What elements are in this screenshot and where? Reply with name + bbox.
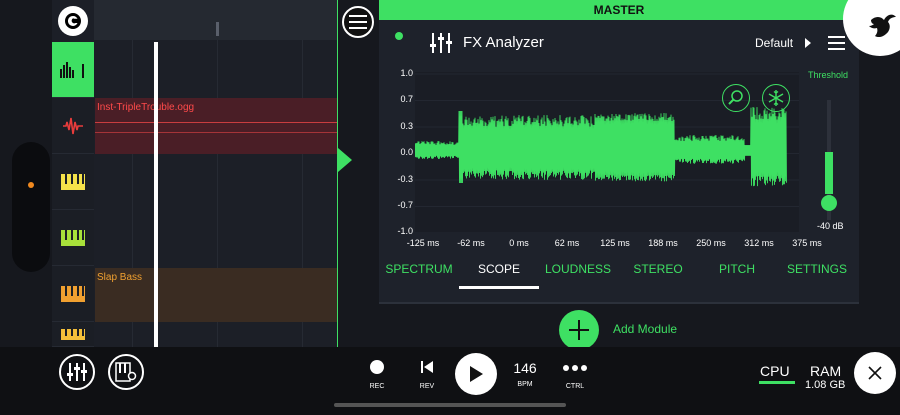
ruler-marker bbox=[216, 22, 219, 36]
mixer-icon bbox=[429, 32, 453, 59]
analyzer-tabs: SPECTRUM SCOPE LOUDNESS STEREO PITCH SET… bbox=[379, 258, 859, 292]
home-indicator[interactable] bbox=[334, 403, 566, 407]
add-module-button[interactable] bbox=[559, 310, 599, 350]
collapse-arrow-icon[interactable] bbox=[338, 148, 352, 172]
x-tick: 0 ms bbox=[509, 238, 529, 248]
master-title: MASTER bbox=[379, 0, 859, 20]
piano-keys-icon bbox=[60, 328, 86, 340]
panel-divider bbox=[337, 0, 338, 347]
clip-waveform bbox=[95, 122, 338, 123]
fx-analyzer-panel: FX Analyzer Default 1.0 0.7 0.3 0.0 -0.3… bbox=[379, 20, 859, 304]
y-tick: 0.7 bbox=[379, 94, 413, 104]
threshold-value: -40 dB bbox=[817, 221, 844, 231]
cpu-meter bbox=[759, 381, 795, 384]
x-tick: 250 ms bbox=[696, 238, 726, 248]
record-button[interactable]: REC bbox=[360, 359, 394, 390]
record-label: REC bbox=[360, 383, 394, 390]
preset-next-icon[interactable] bbox=[805, 38, 811, 48]
app-root: Inst-TripleTrouble.ogg Slap Bass MASTER … bbox=[0, 0, 900, 415]
close-button[interactable] bbox=[854, 352, 896, 394]
piano-keys-icon bbox=[60, 285, 86, 303]
bpm-value: 146 bbox=[513, 360, 536, 376]
clip-waveform bbox=[95, 132, 338, 133]
y-tick: -1.0 bbox=[379, 226, 413, 236]
y-tick: -0.3 bbox=[379, 174, 413, 184]
mixer-faders-icon bbox=[66, 362, 88, 382]
y-tick: 0.3 bbox=[379, 121, 413, 131]
fx-menu-button[interactable] bbox=[828, 36, 845, 54]
waveform-icon bbox=[61, 114, 85, 138]
main-menu-button[interactable] bbox=[342, 6, 374, 38]
y-tick: -0.7 bbox=[379, 200, 413, 210]
fl-logo-icon bbox=[63, 11, 83, 31]
enable-led[interactable] bbox=[395, 32, 403, 40]
fx-header: FX Analyzer Default bbox=[379, 20, 859, 66]
track-piano-3[interactable] bbox=[52, 266, 94, 322]
ctrl-label: CTRL bbox=[558, 383, 592, 390]
track-piano-1[interactable] bbox=[52, 154, 94, 210]
x-tick: 62 ms bbox=[555, 238, 580, 248]
track-audio[interactable] bbox=[52, 98, 94, 154]
more-dots-icon bbox=[562, 361, 588, 375]
y-tick: 1.0 bbox=[379, 68, 413, 78]
hamburger-icon bbox=[349, 15, 367, 29]
fx-title: FX Analyzer bbox=[463, 34, 544, 51]
track-piano-4[interactable] bbox=[52, 322, 94, 347]
tab-spectrum[interactable]: SPECTRUM bbox=[385, 262, 452, 276]
tab-stereo[interactable]: STEREO bbox=[633, 262, 682, 276]
ctrl-button[interactable]: CTRL bbox=[558, 361, 592, 390]
rewind-icon bbox=[419, 359, 435, 375]
y-tick: 0.0 bbox=[379, 147, 413, 157]
clip-audio[interactable]: Inst-TripleTrouble.ogg bbox=[95, 98, 338, 154]
x-tick: 375 ms bbox=[792, 238, 822, 248]
clip-label: Slap Bass bbox=[97, 272, 142, 283]
record-icon bbox=[369, 359, 385, 375]
cpu-label: CPU bbox=[760, 363, 790, 379]
rewind-button[interactable]: REV bbox=[410, 359, 444, 390]
close-icon bbox=[867, 365, 883, 381]
side-handle[interactable] bbox=[12, 142, 50, 272]
clip-slap-bass[interactable]: Slap Bass bbox=[95, 268, 338, 322]
instrument-settings-button[interactable] bbox=[108, 354, 144, 390]
piano-keys-icon bbox=[60, 173, 86, 191]
play-icon bbox=[468, 365, 484, 383]
snowflake-icon bbox=[767, 89, 785, 107]
ram-value: 1.08 GB bbox=[805, 379, 845, 391]
clip-label: Inst-TripleTrouble.ogg bbox=[97, 102, 194, 113]
ram-label: RAM bbox=[810, 363, 841, 379]
tab-loudness[interactable]: LOUDNESS bbox=[545, 262, 611, 276]
add-module-label[interactable]: Add Module bbox=[613, 322, 677, 336]
magnifier-icon bbox=[727, 89, 745, 107]
preset-selector[interactable]: Default bbox=[755, 36, 793, 50]
bpm-label: BPM bbox=[508, 381, 542, 388]
x-tick: 312 ms bbox=[744, 238, 774, 248]
keys-gear-icon bbox=[115, 362, 137, 382]
x-tick: 125 ms bbox=[600, 238, 630, 248]
x-tick: -62 ms bbox=[457, 238, 485, 248]
track-analyzer[interactable] bbox=[52, 42, 94, 98]
mixer-button[interactable] bbox=[59, 354, 95, 390]
piano-keys-icon bbox=[60, 229, 86, 247]
play-button[interactable] bbox=[455, 353, 497, 395]
rewind-label: REV bbox=[410, 383, 444, 390]
tab-settings[interactable]: SETTINGS bbox=[787, 262, 847, 276]
x-tick: -125 ms bbox=[407, 238, 440, 248]
track-piano-2[interactable] bbox=[52, 210, 94, 266]
analyzer-bars-icon bbox=[58, 60, 88, 80]
plus-icon bbox=[568, 319, 590, 341]
fruit-logo-icon bbox=[863, 6, 900, 46]
freeze-button[interactable] bbox=[762, 84, 790, 112]
tab-pitch[interactable]: PITCH bbox=[719, 262, 755, 276]
tab-scope[interactable]: SCOPE bbox=[478, 262, 520, 276]
threshold-slider-fill bbox=[825, 152, 833, 194]
fl-logo-button[interactable] bbox=[58, 6, 88, 36]
status-dot bbox=[28, 182, 34, 188]
playhead[interactable] bbox=[154, 42, 158, 347]
threshold-label: Threshold bbox=[808, 70, 848, 80]
threshold-slider-knob[interactable] bbox=[821, 195, 837, 211]
zoom-button[interactable] bbox=[722, 84, 750, 112]
active-tab-indicator bbox=[459, 286, 539, 289]
x-tick: 188 ms bbox=[648, 238, 678, 248]
bpm-control[interactable]: 146 BPM bbox=[508, 360, 542, 388]
